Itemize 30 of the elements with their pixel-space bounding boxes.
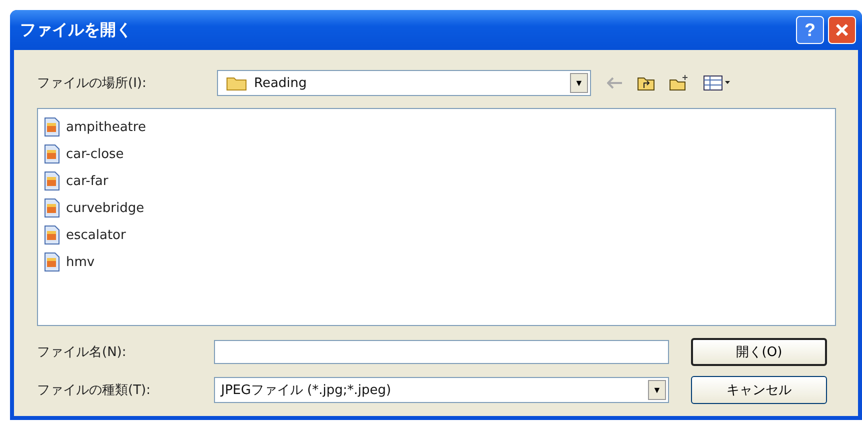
file-item[interactable]: ampitheatre — [66, 120, 146, 134]
folder-icon — [226, 75, 248, 91]
file-item[interactable]: car-close — [66, 146, 124, 162]
file-name-label: ファイル名(N): — [37, 344, 128, 361]
close-icon — [835, 23, 849, 37]
help-button[interactable]: ? — [796, 16, 824, 44]
file-item[interactable]: escalator — [66, 228, 126, 242]
file-name-field[interactable] — [214, 340, 669, 364]
dropdown-button[interactable]: ▼ — [648, 380, 666, 400]
image-file-icon — [44, 144, 60, 164]
close-button[interactable] — [828, 16, 856, 44]
location-label: ファイルの場所(I): — [37, 75, 148, 92]
new-folder-icon[interactable] — [669, 75, 689, 91]
cancel-button[interactable]: キャンセル — [691, 376, 827, 404]
file-item[interactable]: car-far — [66, 174, 108, 188]
view-menu-icon[interactable] — [703, 75, 731, 91]
dropdown-button[interactable]: ▼ — [570, 73, 588, 93]
file-item[interactable]: hmv — [66, 254, 95, 270]
file-type-label: ファイルの種類(T): — [37, 382, 152, 399]
image-file-icon — [44, 225, 60, 245]
location-dropdown[interactable]: Reading ▼ — [217, 70, 591, 96]
up-folder-icon[interactable] — [637, 75, 655, 91]
image-file-icon — [44, 252, 60, 272]
image-file-icon — [44, 171, 60, 191]
image-file-icon — [44, 198, 60, 218]
file-item[interactable]: curvebridge — [66, 200, 144, 216]
open-button[interactable]: 開く(O) — [691, 338, 827, 366]
image-file-icon — [44, 117, 60, 137]
file-type-dropdown[interactable]: JPEGファイル (*.jpg;*.jpeg) ▼ — [214, 377, 669, 403]
window-title: ファイルを開く — [20, 20, 132, 40]
